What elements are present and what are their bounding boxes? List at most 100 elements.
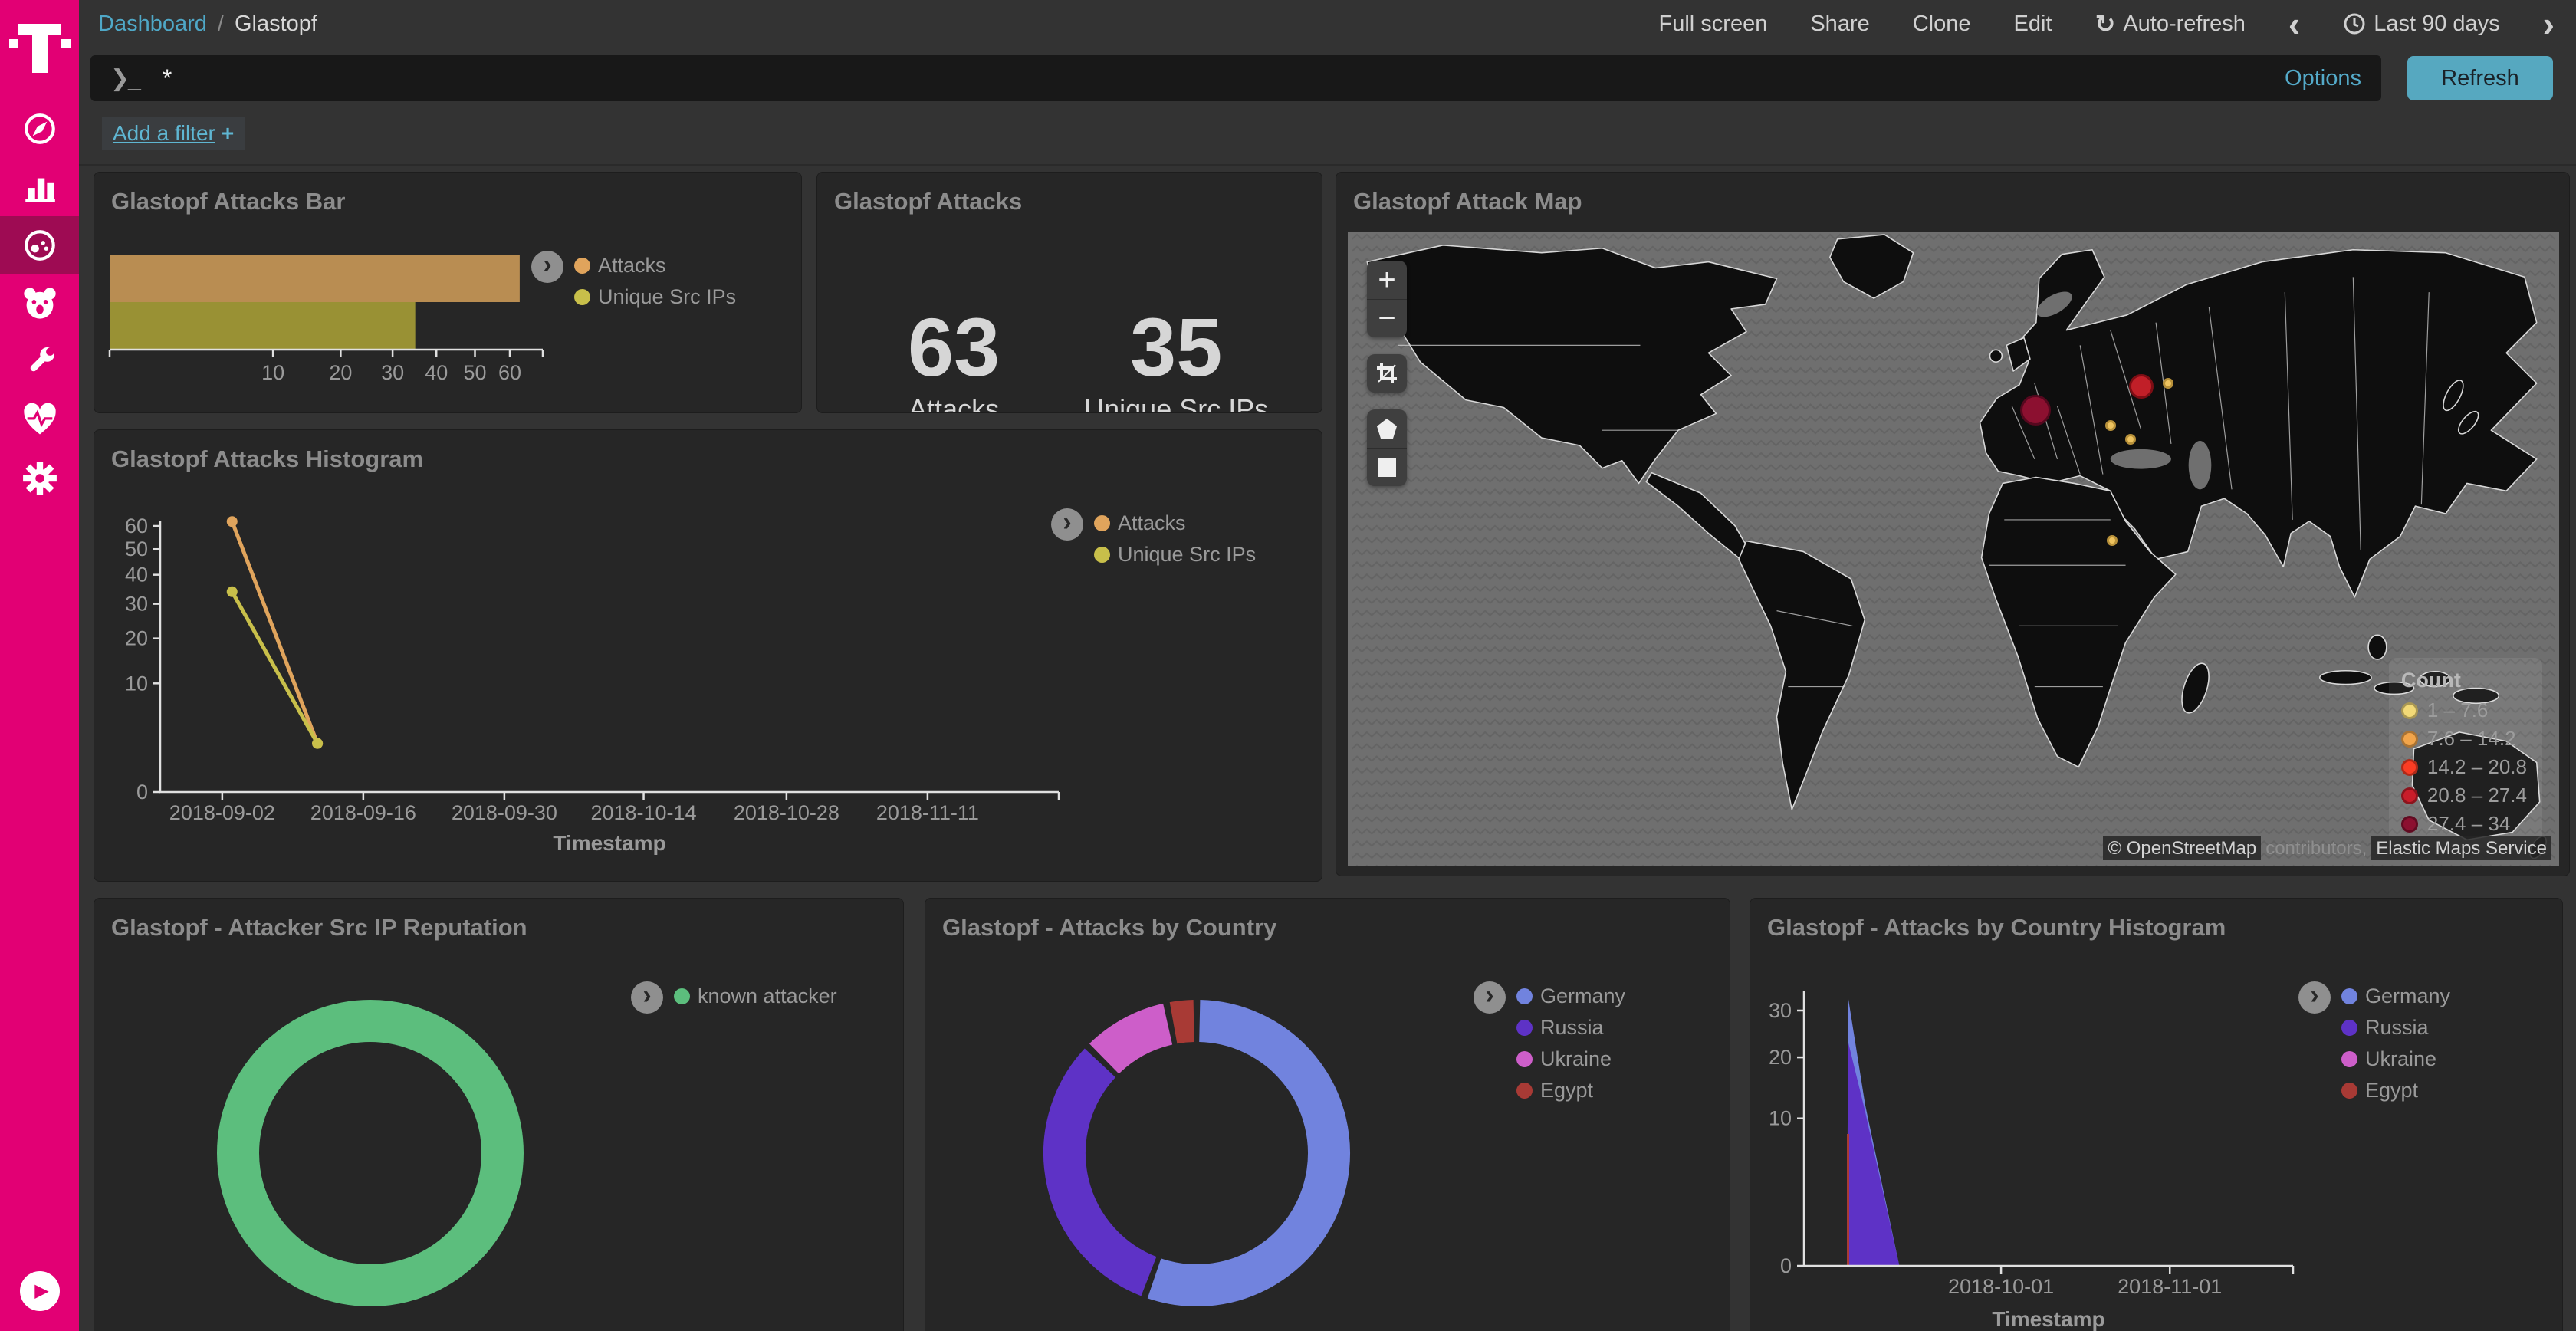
- svg-text:2018-09-30: 2018-09-30: [452, 801, 557, 824]
- legend-item[interactable]: Unique Src IPs: [1094, 543, 1256, 567]
- metric-value: 35: [1084, 306, 1268, 389]
- legend-color-dot: [574, 289, 590, 305]
- legend-toggle-chevron-icon[interactable]: ›: [631, 981, 663, 1014]
- attack-location-marker[interactable]: [2107, 535, 2118, 546]
- add-filter-link[interactable]: Add a filter+: [102, 117, 245, 150]
- sidebar-item-visualize[interactable]: [0, 158, 79, 216]
- query-options-link[interactable]: Options: [2285, 66, 2361, 91]
- share-button[interactable]: Share: [1810, 12, 1869, 37]
- legend-toggle-chevron-icon[interactable]: ›: [1474, 981, 1506, 1014]
- attack-location-marker[interactable]: [2163, 378, 2174, 389]
- sidebar-item-discover[interactable]: [0, 100, 79, 158]
- sidebar-item-dev-tools[interactable]: [0, 333, 79, 391]
- breadcrumb-current: Glastopf: [235, 12, 317, 37]
- legend-color-dot: [1516, 988, 1533, 1004]
- panel-attack-map: Glastopf Attack Map: [1336, 172, 2570, 876]
- attack-location-marker[interactable]: [2020, 395, 2051, 426]
- legend-item[interactable]: Russia: [1516, 1016, 1625, 1040]
- svg-text:2018-09-16: 2018-09-16: [310, 801, 416, 824]
- attribution-text: contributors,: [2266, 838, 2367, 859]
- attack-location-marker[interactable]: [2125, 434, 2136, 445]
- attacks-bar-chart: 102030405060: [105, 255, 580, 393]
- compass-icon: [21, 110, 58, 147]
- legend-item[interactable]: Egypt: [1516, 1079, 1625, 1103]
- country-donut-chart: [925, 899, 1730, 1331]
- legend: › Germany Russia Ukraine Egypt: [1474, 981, 1625, 1103]
- breadcrumb-separator: /: [218, 12, 224, 37]
- full-screen-button[interactable]: Full screen: [1659, 12, 1768, 37]
- refresh-button[interactable]: Refresh: [2407, 56, 2553, 100]
- svg-text:2018-09-02: 2018-09-02: [169, 801, 275, 824]
- legend: › Attacks Unique Src IPs: [531, 251, 736, 309]
- svg-text:20: 20: [125, 627, 148, 650]
- legend-item[interactable]: Attacks: [574, 254, 736, 278]
- map-zoom-in-button[interactable]: +: [1367, 261, 1407, 299]
- top-navigation-bar: Dashboard / Glastopf Full screen Share C…: [79, 0, 2576, 48]
- attack-location-marker[interactable]: [2129, 374, 2154, 399]
- sidebar-item-monitoring[interactable]: [0, 391, 79, 449]
- svg-text:30: 30: [381, 361, 404, 384]
- map-fit-bounds-button[interactable]: [1367, 354, 1407, 393]
- legend-item[interactable]: Russia: [2341, 1016, 2450, 1040]
- legend-toggle-chevron-icon[interactable]: ›: [2298, 981, 2331, 1014]
- reputation-donut-chart: [94, 899, 904, 1331]
- sidebar-expand-button[interactable]: ▶: [20, 1271, 60, 1311]
- telekom-logo: [0, 0, 79, 100]
- crop-icon: [1375, 362, 1398, 385]
- svg-text:40: 40: [125, 564, 148, 587]
- legend-item[interactable]: known attacker: [674, 984, 837, 1008]
- sidebar-item-dashboard[interactable]: [0, 216, 79, 274]
- map-legend-range: 1 – 7.6: [2401, 698, 2527, 722]
- auto-refresh-button[interactable]: ↻ Auto-refresh: [2095, 9, 2246, 38]
- legend-item[interactable]: Attacks: [1094, 511, 1256, 535]
- legend-color-dot: [1516, 1051, 1533, 1067]
- sidebar-item-management[interactable]: [0, 449, 79, 508]
- map-legend-dot: [2401, 816, 2418, 833]
- legend-label: known attacker: [698, 984, 837, 1008]
- edit-button[interactable]: Edit: [2014, 12, 2052, 37]
- metric-label: Attacks: [908, 393, 1000, 413]
- svg-text:0: 0: [1780, 1254, 1792, 1277]
- legend-label: Germany: [1540, 984, 1625, 1008]
- legend-color-dot: [1516, 1083, 1533, 1099]
- metric-value: 63: [908, 306, 1000, 389]
- app-sidebar: ▶: [0, 0, 79, 1331]
- legend-item[interactable]: Germany: [1516, 984, 1625, 1008]
- filter-bar: Add a filter+: [79, 107, 2576, 166]
- legend-label: Egypt: [2365, 1079, 2418, 1103]
- map-legend-label: 27.4 – 34: [2427, 812, 2510, 836]
- map-draw-rectangle-button[interactable]: [1367, 448, 1407, 486]
- svg-text:2018-10-14: 2018-10-14: [590, 801, 696, 824]
- search-input[interactable]: ❯_ * Options: [90, 55, 2381, 101]
- attack-location-marker[interactable]: [2105, 420, 2116, 431]
- legend-item[interactable]: Germany: [2341, 984, 2450, 1008]
- clock-icon: [2343, 12, 2366, 35]
- time-range-picker[interactable]: Last 90 days: [2343, 12, 2499, 37]
- map-legend-dot: [2401, 787, 2418, 804]
- legend-item[interactable]: Ukraine: [1516, 1047, 1625, 1071]
- map-zoom-out-button[interactable]: −: [1367, 299, 1407, 337]
- elastic-maps-service-link[interactable]: Elastic Maps Service: [2371, 836, 2551, 860]
- legend-item[interactable]: Ukraine: [2341, 1047, 2450, 1071]
- clone-button[interactable]: Clone: [1913, 12, 1971, 37]
- legend-item[interactable]: Unique Src IPs: [574, 285, 736, 309]
- svg-text:20: 20: [329, 361, 352, 384]
- breadcrumb-dashboard-link[interactable]: Dashboard: [98, 12, 207, 37]
- svg-text:0: 0: [136, 781, 148, 804]
- gauge-icon: [21, 227, 58, 264]
- world-map[interactable]: + −: [1348, 232, 2559, 866]
- legend-color-dot: [2341, 1051, 2358, 1067]
- panel-attacks-metric: Glastopf Attacks 63 Attacks 35 Unique Sr…: [816, 172, 1322, 413]
- svg-text:2018-11-11: 2018-11-11: [876, 801, 979, 824]
- legend-label: Ukraine: [2365, 1047, 2436, 1071]
- sidebar-item-timelion[interactable]: [0, 274, 79, 333]
- map-draw-polygon-button[interactable]: [1367, 409, 1407, 448]
- legend-color-dot: [2341, 1020, 2358, 1036]
- openstreetmap-link[interactable]: © OpenStreetMap: [2103, 836, 2261, 860]
- bear-icon: [21, 284, 59, 323]
- panel-attacks-bar: Glastopf Attacks Bar 102030405060 ›Attac…: [94, 172, 802, 413]
- legend-toggle-chevron-icon[interactable]: ›: [1051, 508, 1083, 541]
- legend-item[interactable]: Egypt: [2341, 1079, 2450, 1103]
- legend-toggle-chevron-icon[interactable]: ›: [531, 251, 564, 283]
- panel-attacks-by-country-histogram: Glastopf - Attacks by Country Histogram …: [1750, 898, 2563, 1331]
